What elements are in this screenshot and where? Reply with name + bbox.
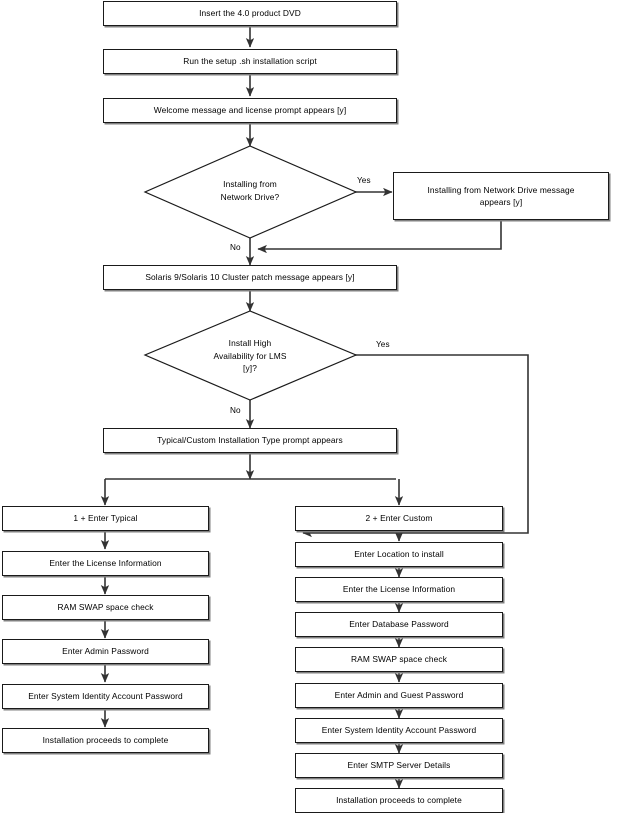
node-custom-step-7-label: Enter SMTP Server Details [347,759,451,770]
node-custom-step-4[interactable]: RAM SWAP space check [295,647,503,672]
node-typical-step-5[interactable]: Installation proceeds to complete [2,728,209,753]
split-drops [100,479,404,506]
edge-label-network-no-text: No [230,243,241,252]
flowchart-canvas: Insert the 4.0 product DVD Run the setup… [0,0,624,813]
edge-label-ha-no-text: No [230,406,241,415]
node-typical-step-3[interactable]: Enter Admin Password [2,639,209,664]
node-network-drive-message[interactable]: Installing from Network Drive message ap… [393,172,609,220]
node-custom-step-6[interactable]: Enter System Identity Account Password [295,718,503,743]
node-typical-step-1-label: Enter the License Information [49,557,162,568]
node-solaris-patch-message[interactable]: Solaris 9/Solaris 10 Cluster patch messa… [103,265,397,290]
node-typical-header-label: 1 + Enter Typical [73,512,138,523]
edge-network-message-return [257,220,502,254]
node-typical-step-3-label: Enter Admin Password [62,645,149,656]
decision-network-shape [143,145,358,239]
node-typical-step-5-label: Installation proceeds to complete [42,734,169,745]
node-network-drive-message-line2: appears [y] [479,197,523,207]
node-custom-step-5-label: Enter Admin and Guest Password [334,689,464,700]
edge-label-network-yes: Yes [357,176,371,185]
edge-label-ha-yes: Yes [376,340,390,349]
node-custom-step-6-label: Enter System Identity Account Password [321,724,477,735]
decision-ha-shape [143,310,358,401]
node-solaris-patch-message-label: Solaris 9/Solaris 10 Cluster patch messa… [145,271,355,282]
node-run-setup[interactable]: Run the setup .sh installation script [103,49,397,74]
node-custom-step-3-label: Enter Database Password [349,618,449,629]
edge-label-ha-no: No [230,406,241,415]
edge-label-network-no: No [230,243,241,252]
node-install-type-prompt-label: Typical/Custom Installation Type prompt … [157,434,343,445]
node-custom-step-8[interactable]: Installation proceeds to complete [295,788,503,813]
node-custom-header-label: 2 + Enter Custom [365,512,433,523]
node-custom-step-2-label: Enter the License Information [342,583,456,594]
node-custom-header[interactable]: 2 + Enter Custom [295,506,503,531]
node-custom-step-7[interactable]: Enter SMTP Server Details [295,753,503,778]
node-custom-step-1[interactable]: Enter Location to install [295,542,503,567]
node-custom-step-1-label: Enter Location to install [354,548,444,559]
node-welcome-message-label: Welcome message and license prompt appea… [153,104,347,115]
node-typical-step-2-label: RAM SWAP space check [57,601,154,612]
edge-label-ha-yes-text: Yes [376,340,390,349]
edge-label-network-yes-text: Yes [357,176,371,185]
node-install-type-prompt[interactable]: Typical/Custom Installation Type prompt … [103,428,397,453]
node-custom-step-8-label: Installation proceeds to complete [336,794,462,805]
node-typical-step-4-label: Enter System Identity Account Password [28,690,183,701]
node-run-setup-label: Run the setup .sh installation script [183,55,317,66]
node-welcome-message[interactable]: Welcome message and license prompt appea… [103,98,397,123]
node-custom-step-2[interactable]: Enter the License Information [295,577,503,602]
node-typical-header[interactable]: 1 + Enter Typical [2,506,209,531]
node-typical-step-4[interactable]: Enter System Identity Account Password [2,684,209,709]
node-insert-dvd-label: Insert the 4.0 product DVD [199,7,301,18]
node-custom-step-3[interactable]: Enter Database Password [295,612,503,637]
node-insert-dvd[interactable]: Insert the 4.0 product DVD [103,1,397,26]
node-network-drive-message-line1: Installing from Network Drive message [427,184,575,195]
node-typical-step-1[interactable]: Enter the License Information [2,551,209,576]
node-custom-step-4-label: RAM SWAP space check [350,653,448,664]
node-custom-step-5[interactable]: Enter Admin and Guest Password [295,683,503,708]
node-typical-step-2[interactable]: RAM SWAP space check [2,595,209,620]
